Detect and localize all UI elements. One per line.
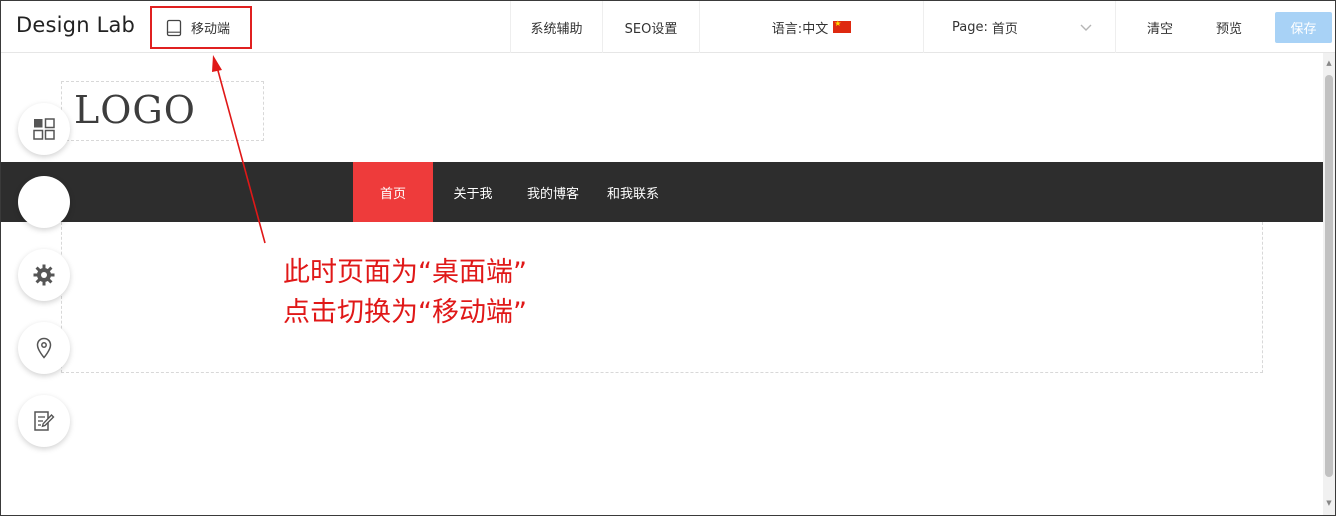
site-navbar: 首页 关于我 我的博客 和我联系: [1, 162, 1323, 222]
seo-settings-button[interactable]: SEO设置: [602, 1, 699, 53]
map-tool-button[interactable]: [18, 322, 70, 374]
edit-tool-button[interactable]: [18, 395, 70, 447]
location-pin-icon: [36, 337, 52, 359]
logo-block[interactable]: LOGO: [61, 81, 264, 141]
nav-item-label: 我的博客: [526, 186, 579, 202]
theme-tool-button[interactable]: [18, 176, 70, 228]
nav-item-home[interactable]: 首页: [353, 162, 433, 222]
scrollbar-thumb[interactable]: [1325, 75, 1333, 477]
preview-label: 预览: [1215, 21, 1242, 37]
system-assist-button[interactable]: 系统辅助: [510, 1, 602, 53]
device-mode-label: 移动端: [191, 22, 231, 37]
scroll-up-icon[interactable]: ▲: [1325, 59, 1333, 67]
components-tool-button[interactable]: [18, 103, 70, 155]
edit-document-icon: [34, 411, 55, 431]
nav-item-about[interactable]: 关于我: [433, 162, 513, 222]
content-block[interactable]: [61, 222, 1263, 373]
language-selector[interactable]: 语言: 中文: [699, 1, 923, 53]
seo-settings-label: SEO设置: [624, 21, 678, 37]
app-window: Design Lab 移动端 系统辅助 SEO设置 语言: 中文 Page: 首…: [0, 0, 1336, 516]
gear-icon: [33, 264, 55, 286]
clear-button[interactable]: 清空: [1116, 1, 1204, 53]
language-value: 中文: [802, 21, 829, 37]
nav-item-label: 关于我: [453, 186, 493, 202]
nav-item-label: 首页: [379, 186, 406, 202]
scroll-down-icon[interactable]: ▼: [1325, 499, 1333, 507]
nav-item-contact[interactable]: 和我联系: [593, 162, 673, 222]
system-assist-label: 系统辅助: [530, 21, 583, 37]
clear-label: 清空: [1146, 21, 1173, 37]
logo-text: LOGO: [74, 88, 196, 132]
nav-item-blog[interactable]: 我的博客: [513, 162, 593, 222]
tablet-icon: [165, 19, 183, 37]
china-flag-icon: [833, 18, 852, 33]
grid-icon: [33, 118, 55, 140]
page-prefix: Page:: [952, 19, 988, 35]
brand-title: Design Lab: [16, 13, 136, 37]
top-toolbar: Design Lab 移动端 系统辅助 SEO设置 语言: 中文 Page: 首…: [1, 1, 1335, 53]
language-prefix: 语言:: [771, 21, 803, 37]
settings-tool-button[interactable]: [18, 249, 70, 301]
annotation-line-2: 点击切换为“移动端”: [283, 297, 527, 328]
annotation-line-1: 此时页面为“桌面端”: [283, 257, 527, 288]
save-button[interactable]: 保存: [1275, 12, 1332, 43]
nav-item-label: 和我联系: [606, 186, 659, 202]
chevron-down-icon: [1080, 24, 1092, 31]
page-selector[interactable]: Page: 首页: [923, 1, 1116, 53]
vertical-scrollbar[interactable]: ▲ ▼: [1323, 53, 1335, 515]
preview-button[interactable]: 预览: [1197, 1, 1261, 53]
page-value: 首页: [991, 21, 1018, 37]
design-canvas: LOGO 首页 关于我 我的博客 和我联系: [1, 53, 1323, 515]
shirt-icon: [35, 193, 53, 211]
annotation-text: 此时页面为“桌面端” 点击切换为“移动端”: [283, 253, 643, 333]
device-mode-switch[interactable]: 移动端: [150, 6, 252, 49]
